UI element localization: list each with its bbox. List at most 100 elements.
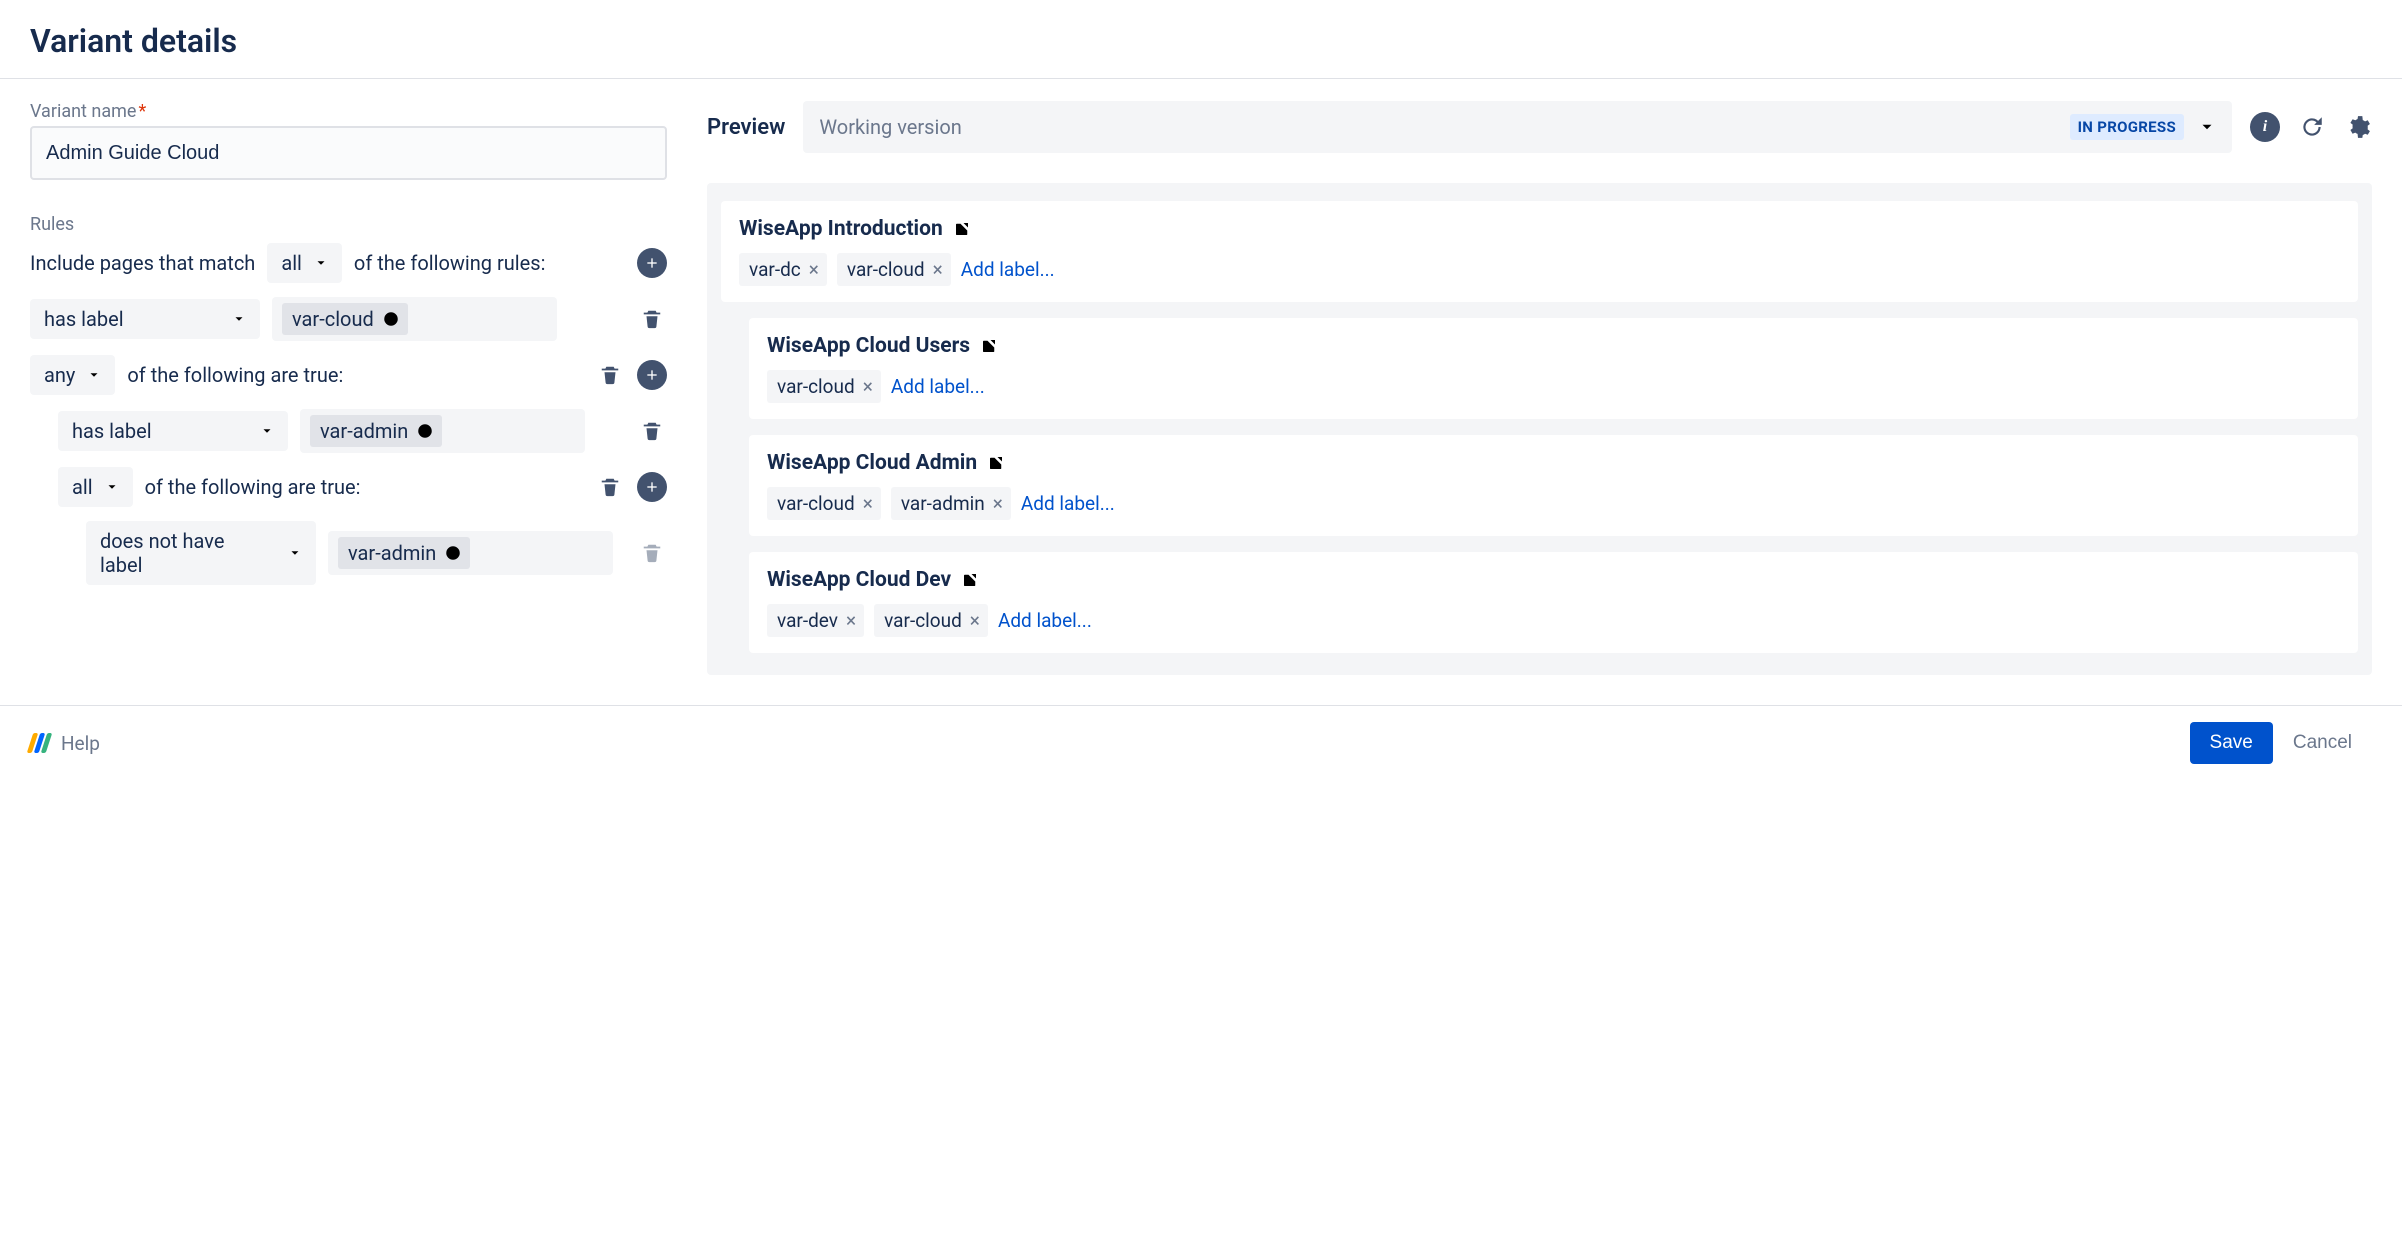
settings-button[interactable] — [2344, 113, 2372, 141]
chevron-down-icon — [105, 480, 119, 494]
chevron-down-icon — [87, 368, 101, 382]
rule-row: has label var-admin — [30, 409, 667, 453]
chevron-down-icon — [288, 546, 302, 560]
rule-group-header: all of the following are true: — [30, 467, 667, 507]
group-mode-select[interactable]: all — [58, 467, 133, 507]
version-label: Working version — [819, 115, 2055, 139]
add-label-link[interactable]: Add label... — [961, 258, 1055, 281]
match-mode-select[interactable]: all — [267, 243, 342, 283]
status-badge: IN PROGRESS — [2070, 114, 2184, 140]
label-chip[interactable]: var-dc× — [739, 253, 827, 286]
trash-icon — [641, 308, 663, 330]
remove-label-icon[interactable]: × — [863, 375, 873, 398]
footer: Help Save Cancel — [0, 705, 2402, 780]
preview-card: WiseApp Cloud Users var-cloud× Add label..… — [749, 318, 2358, 419]
remove-label-icon[interactable]: × — [809, 258, 819, 281]
rule-value-chip: var-cloud — [282, 303, 408, 335]
variant-name-input[interactable] — [30, 126, 667, 180]
help-logo-icon — [30, 733, 49, 753]
label-chip[interactable]: var-dev× — [767, 604, 864, 637]
gear-icon — [2345, 114, 2371, 140]
remove-chip-icon[interactable] — [444, 544, 462, 562]
delete-rule-button — [637, 538, 667, 568]
rule-op-select[interactable]: does not have label — [86, 521, 316, 585]
remove-label-icon[interactable]: × — [846, 609, 856, 632]
group-mode-select[interactable]: any — [30, 355, 115, 395]
remove-label-icon[interactable]: × — [970, 609, 980, 632]
rules-root-line: Include pages that match all of the foll… — [30, 243, 667, 283]
remove-label-icon[interactable]: × — [863, 492, 873, 515]
preview-labels: var-cloud× Add label... — [767, 370, 2340, 403]
rule-op-select[interactable]: has label — [58, 411, 288, 451]
add-label-link[interactable]: Add label... — [998, 609, 1092, 632]
label-chip[interactable]: var-cloud× — [837, 253, 951, 286]
variant-form: Variant name* Rules Include pages that m… — [30, 101, 667, 675]
help-link[interactable]: Help — [30, 732, 100, 755]
label-chip[interactable]: var-cloud× — [874, 604, 988, 637]
chevron-down-icon — [314, 256, 328, 270]
chevron-down-icon — [232, 312, 246, 326]
chevron-down-icon — [2198, 118, 2216, 136]
page-header: Variant details — [0, 0, 2402, 79]
add-rule-button[interactable] — [637, 472, 667, 502]
plus-icon — [644, 367, 660, 383]
add-label-link[interactable]: Add label... — [891, 375, 985, 398]
trash-icon — [641, 420, 663, 442]
preview-page-title[interactable]: WiseApp Cloud Admin — [767, 451, 2340, 475]
include-prefix: Include pages that match — [30, 251, 255, 275]
external-link-icon — [961, 571, 979, 589]
label-chip[interactable]: var-cloud× — [767, 370, 881, 403]
delete-group-button[interactable] — [595, 360, 625, 390]
add-rule-button[interactable] — [637, 248, 667, 278]
rule-row: has label var-cloud — [30, 297, 667, 341]
rule-value-input[interactable]: var-admin — [328, 531, 613, 575]
chevron-down-icon — [260, 424, 274, 438]
preview-panel: WiseApp Introduction var-dc× var-cloud× Add… — [707, 183, 2372, 675]
trash-icon — [641, 542, 663, 564]
label-chip[interactable]: var-admin× — [891, 487, 1011, 520]
refresh-icon — [2299, 114, 2325, 140]
remove-label-icon[interactable]: × — [933, 258, 943, 281]
variant-name-label: Variant name* — [30, 101, 667, 122]
preview-page-title[interactable]: WiseApp Cloud Users — [767, 334, 2340, 358]
remove-label-icon[interactable]: × — [993, 492, 1003, 515]
refresh-button[interactable] — [2298, 113, 2326, 141]
label-chip[interactable]: var-cloud× — [767, 487, 881, 520]
preview-page-title[interactable]: WiseApp Introduction — [739, 217, 2340, 241]
trash-icon — [599, 364, 621, 386]
external-link-icon — [980, 337, 998, 355]
rule-group-header: any of the following are true: — [30, 355, 667, 395]
cancel-button[interactable]: Cancel — [2273, 722, 2372, 764]
info-button[interactable]: i — [2250, 112, 2280, 142]
save-button[interactable]: Save — [2190, 722, 2273, 764]
rule-op-select[interactable]: has label — [30, 299, 260, 339]
rule-value-chip: var-admin — [338, 537, 470, 569]
rule-value-input[interactable]: var-cloud — [272, 297, 557, 341]
rule-row: does not have label var-admin — [30, 521, 667, 585]
delete-rule-button[interactable] — [637, 304, 667, 334]
plus-icon — [644, 479, 660, 495]
preview-card: WiseApp Cloud Dev var-dev× var-cloud× Add l… — [749, 552, 2358, 653]
remove-chip-icon[interactable] — [416, 422, 434, 440]
delete-rule-button[interactable] — [637, 416, 667, 446]
rule-value-chip: var-admin — [310, 415, 442, 447]
preview-labels: var-dev× var-cloud× Add label... — [767, 604, 2340, 637]
preview-title: Preview — [707, 115, 785, 140]
rule-value-input[interactable]: var-admin — [300, 409, 585, 453]
preview-labels: var-dc× var-cloud× Add label... — [739, 253, 2340, 286]
trash-icon — [599, 476, 621, 498]
delete-group-button[interactable] — [595, 472, 625, 502]
preview-card: WiseApp Cloud Admin var-cloud× var-admin× A… — [749, 435, 2358, 536]
version-select[interactable]: Working version IN PROGRESS — [803, 101, 2232, 153]
add-rule-button[interactable] — [637, 360, 667, 390]
add-label-link[interactable]: Add label... — [1021, 492, 1115, 515]
group-suffix: of the following are true: — [145, 475, 361, 499]
preview-labels: var-cloud× var-admin× Add label... — [767, 487, 2340, 520]
group-suffix: of the following are true: — [127, 363, 343, 387]
preview-card: WiseApp Introduction var-dc× var-cloud× Add… — [721, 201, 2358, 302]
include-suffix: of the following rules: — [354, 251, 546, 275]
preview-column: Preview Working version IN PROGRESS i Wi… — [707, 101, 2372, 675]
external-link-icon — [987, 454, 1005, 472]
remove-chip-icon[interactable] — [382, 310, 400, 328]
preview-page-title[interactable]: WiseApp Cloud Dev — [767, 568, 2340, 592]
